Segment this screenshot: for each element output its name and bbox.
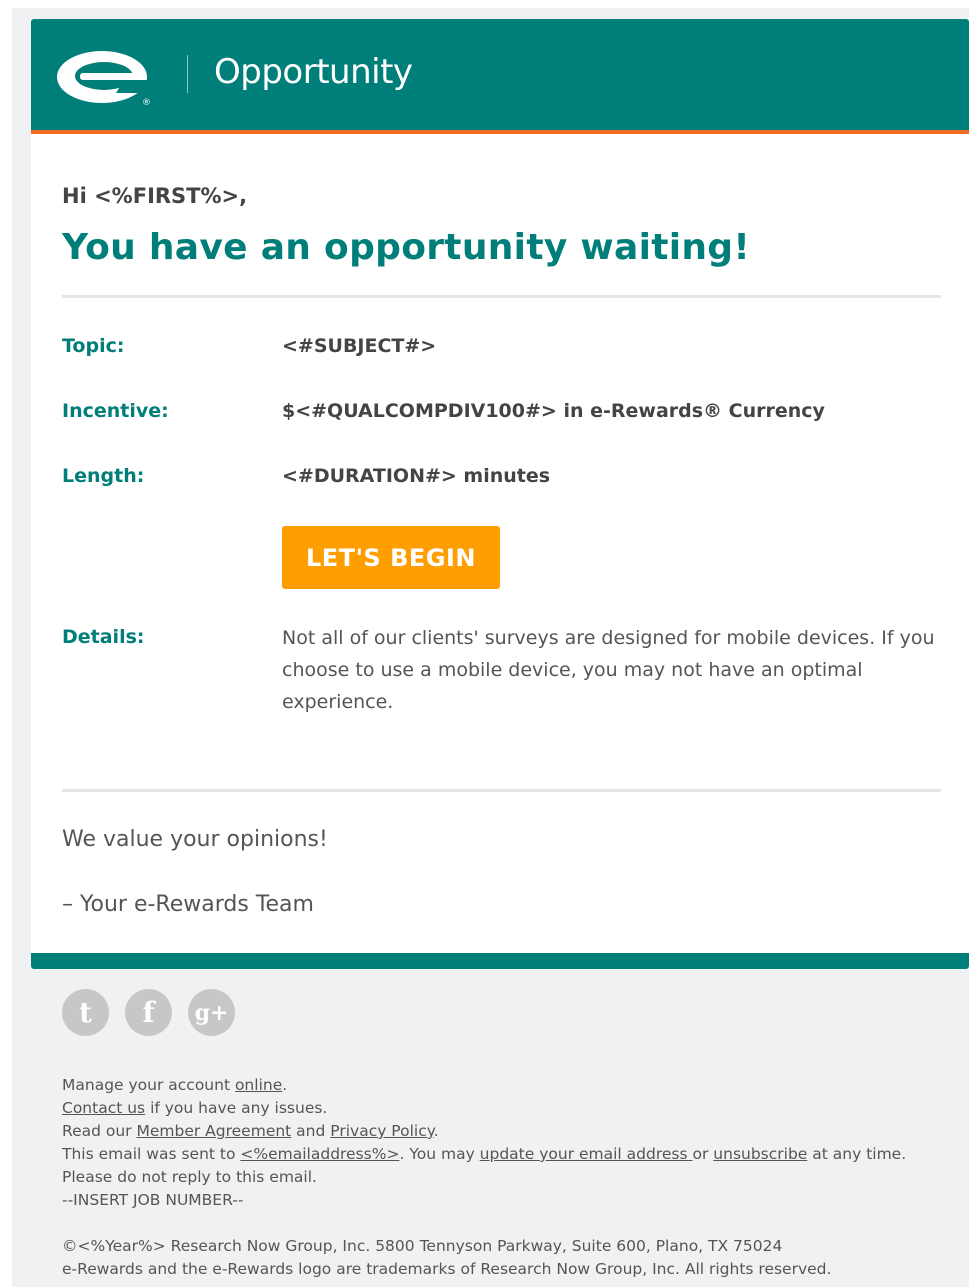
details-label: Details: <box>62 626 145 648</box>
header-divider <box>187 55 188 93</box>
google-plus-glyph: g+ <box>194 999 229 1026</box>
footer-copyright: ©<%Year%> Research Now Group, Inc. 5800 … <box>62 1237 783 1255</box>
divider-top <box>62 295 941 298</box>
topic-value: <#SUBJECT#> <box>282 335 437 357</box>
facebook-glyph: f <box>142 996 155 1029</box>
footer-contact-line: Contact us if you have any issues. <box>62 1099 328 1117</box>
footer-trademark: e-Rewards and the e-Rewards logo are tra… <box>62 1260 832 1278</box>
google-plus-icon[interactable]: g+ <box>188 989 235 1036</box>
unsubscribe-link[interactable]: unsubscribe <box>713 1145 807 1163</box>
incentive-label: Incentive: <box>62 400 169 422</box>
email-background: ® Opportunity Hi <%FIRST%>, You have an … <box>12 8 969 1287</box>
divider-bottom <box>62 789 941 792</box>
header-accent-bar <box>31 130 969 134</box>
footer-job-number: --INSERT JOB NUMBER-- <box>62 1191 244 1209</box>
details-text: Not all of our clients' surveys are desi… <box>282 627 935 713</box>
twitter-icon[interactable]: t <box>62 989 109 1036</box>
facebook-icon[interactable]: f <box>125 989 172 1036</box>
lets-begin-button[interactable]: LET'S BEGIN <box>282 526 500 589</box>
email-address-link[interactable]: <%emailaddress%> <box>240 1145 399 1163</box>
signoff-line: We value your opinions! <box>62 827 328 852</box>
header-title: Opportunity <box>214 52 413 92</box>
footer-manage-line: Manage your account online. <box>62 1076 288 1094</box>
twitter-glyph: t <box>79 996 92 1029</box>
contact-us-link[interactable]: Contact us <box>62 1099 145 1117</box>
online-link[interactable]: online <box>235 1076 282 1094</box>
headline: You have an opportunity waiting! <box>62 227 751 268</box>
e-rewards-logo: ® <box>57 51 151 107</box>
email-card: ® Opportunity Hi <%FIRST%>, You have an … <box>31 19 969 969</box>
email-header: ® Opportunity <box>31 19 969 130</box>
length-value: <#DURATION#> minutes <box>282 465 551 487</box>
update-email-link[interactable]: update your email address <box>480 1145 693 1163</box>
length-label: Length: <box>62 465 145 487</box>
member-agreement-link[interactable]: Member Agreement <box>136 1122 291 1140</box>
topic-label: Topic: <box>62 335 125 357</box>
footer-read-line: Read our Member Agreement and Privacy Po… <box>62 1122 439 1140</box>
incentive-value: $<#QUALCOMPDIV100#> in e-Rewards® Curren… <box>282 400 825 422</box>
privacy-policy-link[interactable]: Privacy Policy <box>330 1122 433 1140</box>
footer-noreply-line: Please do not reply to this email. <box>62 1168 317 1186</box>
greeting: Hi <%FIRST%>, <box>62 184 248 208</box>
signature: – Your e-Rewards Team <box>62 892 314 917</box>
footer-sent-line: This email was sent to <%emailaddress%>.… <box>62 1145 907 1163</box>
svg-text:®: ® <box>142 98 151 107</box>
footer-text: Manage your account online. Contact us i… <box>62 1074 942 1281</box>
card-bottom-bar <box>31 953 969 969</box>
